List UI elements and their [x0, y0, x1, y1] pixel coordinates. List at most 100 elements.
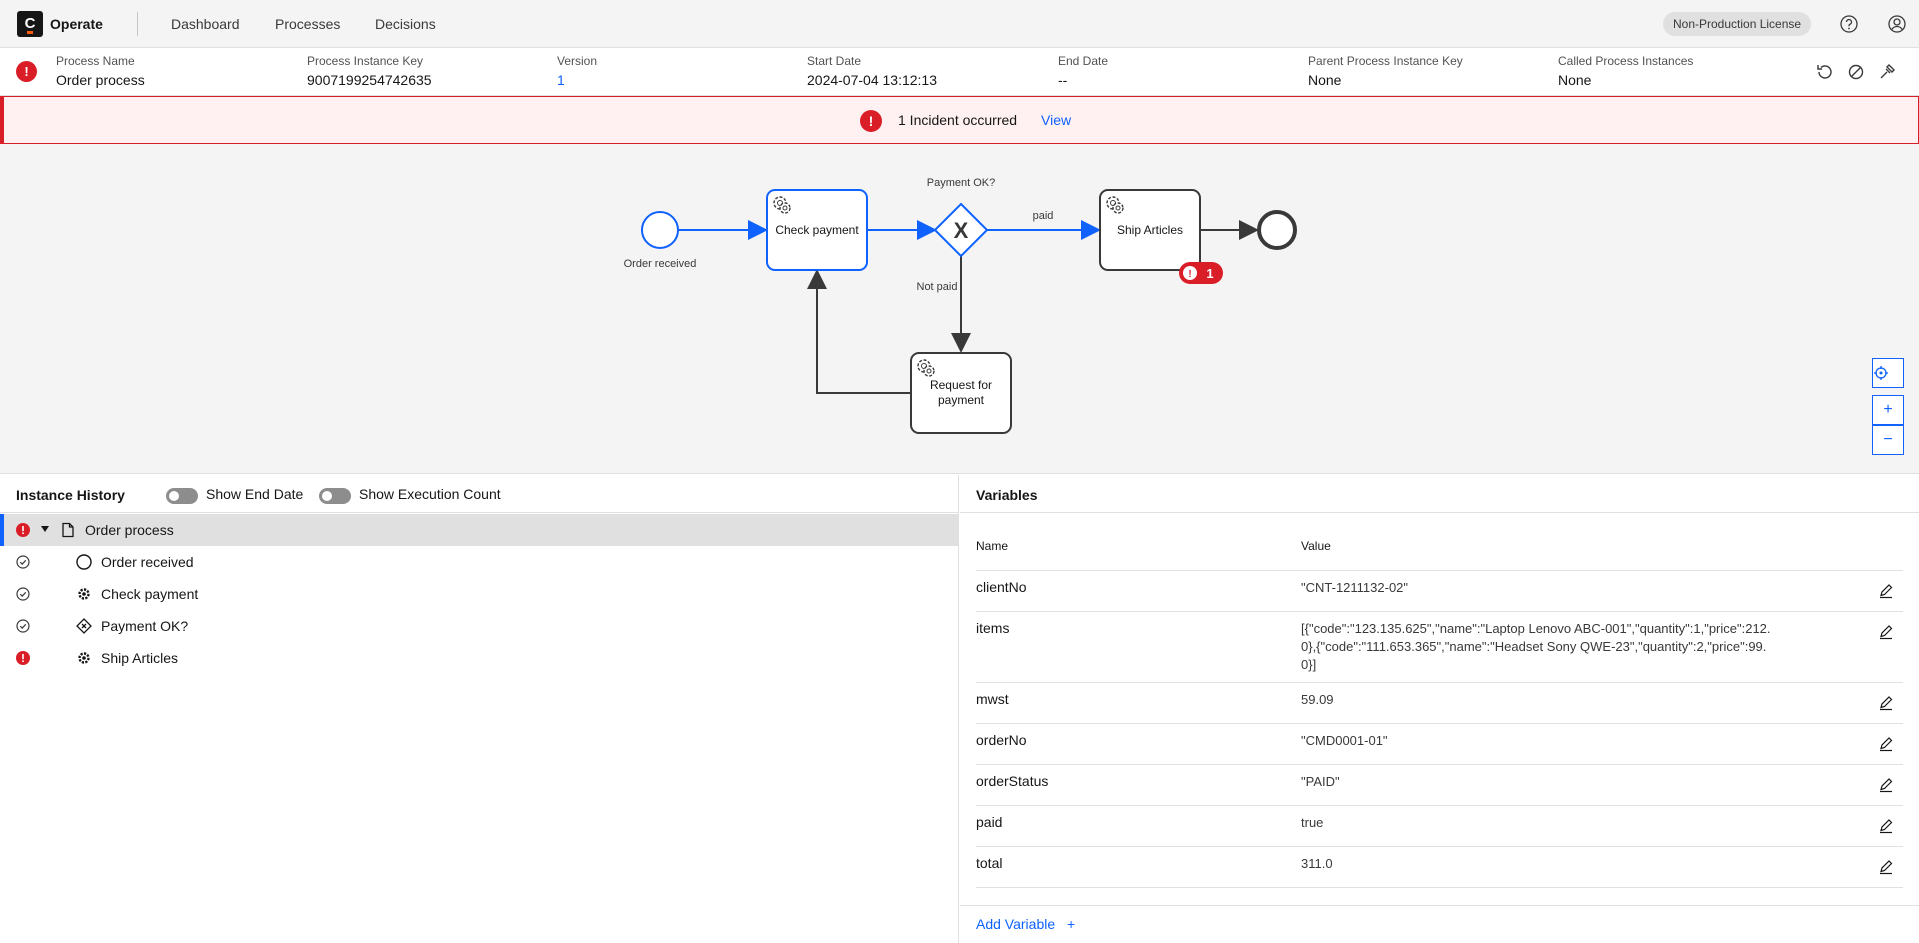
flow-not-paid-label: Not paid [917, 281, 958, 293]
edit-icon[interactable] [1878, 695, 1894, 711]
field-value: 9007199254742635 [307, 72, 432, 88]
variable-name: orderNo [976, 732, 1027, 748]
variable-row[interactable]: paid true [976, 806, 1903, 847]
license-badge[interactable]: Non-Production License [1663, 12, 1812, 36]
edit-icon[interactable] [1878, 583, 1894, 599]
variables-panel: Variables Name Value clientNo "CNT-12111… [960, 475, 1919, 943]
retry-icon[interactable] [1815, 62, 1835, 82]
version-link[interactable]: 1 [557, 72, 597, 88]
field-called-instances: Called Process Instances None [1558, 54, 1693, 88]
add-icon: + [1067, 916, 1076, 932]
modify-icon[interactable] [1877, 62, 1897, 82]
gateway-icon [76, 618, 92, 634]
field-value: None [1558, 72, 1592, 88]
field-process-name: Process Name Order process [56, 54, 145, 88]
incident-state-icon [16, 523, 30, 537]
cancel-icon[interactable] [1846, 62, 1866, 82]
variables-header: Variables [960, 475, 1919, 513]
instance-header: ! Process Name Order process Process Ins… [0, 48, 1919, 96]
show-execution-count-toggle[interactable] [319, 488, 351, 504]
start-event[interactable] [641, 211, 679, 249]
variable-name: items [976, 620, 1010, 636]
incident-state-icon: ! [16, 61, 37, 82]
history-row-order-process[interactable]: Order process [0, 514, 959, 546]
variable-row[interactable]: orderStatus "PAID" [976, 765, 1903, 806]
flow-paid-label: paid [1033, 210, 1054, 222]
history-row-payment-ok[interactable]: Payment OK? [0, 610, 959, 642]
end-event[interactable] [1257, 210, 1297, 250]
field-value: -- [1058, 72, 1068, 88]
start-event-icon [76, 554, 92, 570]
incident-banner: ! 1 Incident occurred View [0, 96, 1919, 144]
header-divider [137, 12, 138, 36]
history-row-ship-articles[interactable]: Ship Articles [0, 642, 959, 674]
variable-value: 311.0 [1301, 856, 1333, 871]
variable-row[interactable]: items [{"code":"123.135.625","name":"Lap… [976, 612, 1903, 683]
variable-row[interactable]: total 311.0 [976, 847, 1903, 888]
app-name[interactable]: Operate [50, 16, 103, 32]
field-label: End Date [1058, 54, 1109, 68]
edit-icon[interactable] [1878, 624, 1894, 640]
edit-icon[interactable] [1878, 859, 1894, 875]
field-label: Parent Process Instance Key [1308, 54, 1463, 68]
field-version: Version 1 [557, 54, 597, 88]
camunda-logo[interactable]: C [17, 11, 43, 37]
variable-name: orderStatus [976, 773, 1049, 789]
zoom-in-button[interactable]: + [1872, 395, 1904, 425]
field-label: Start Date [807, 54, 862, 68]
variable-value: 59.09 [1301, 692, 1334, 707]
help-icon[interactable] [1839, 14, 1859, 34]
history-row-check-payment[interactable]: Check payment [0, 578, 959, 610]
variable-row[interactable]: clientNo "CNT-1211132-02" [976, 571, 1903, 612]
history-row-label: Payment OK? [101, 618, 189, 634]
reset-diagram-button[interactable] [1872, 358, 1904, 388]
gateway-label: Payment OK? [927, 177, 995, 189]
field-label: Process Instance Key [307, 54, 424, 68]
field-value: Order process [56, 72, 145, 88]
diagram-canvas: Order received Check payment X Payment O… [624, 177, 1297, 434]
nav-processes[interactable]: Processes [275, 16, 340, 32]
field-instance-key: Process Instance Key 9007199254742635 [307, 54, 432, 88]
incident-badge-icon: ! [1188, 269, 1191, 280]
expand-caret-icon[interactable] [41, 526, 49, 532]
instance-history-panel: Instance History Show End Date Show Exec… [0, 475, 959, 943]
task-ship-articles-label: Ship Articles [1117, 223, 1183, 237]
history-row-order-received[interactable]: Order received [0, 546, 959, 578]
add-variable-label: Add Variable [976, 916, 1056, 932]
top-navigation-bar: C Operate Dashboard Processes Decisions … [0, 0, 1919, 48]
show-end-date-toggle[interactable] [166, 488, 198, 504]
nav-decisions[interactable]: Decisions [375, 16, 436, 32]
bpmn-diagram[interactable]: Order received Check payment X Payment O… [0, 144, 1919, 474]
crosshair-icon [1874, 366, 1888, 380]
variable-row[interactable]: orderNo "CMD0001-01" [976, 724, 1903, 765]
field-label: Version [557, 54, 598, 68]
show-execution-count-label: Show Execution Count [359, 486, 501, 502]
column-header-value: Value [1301, 539, 1331, 553]
edit-icon[interactable] [1878, 777, 1894, 793]
field-label: Called Process Instances [1558, 54, 1694, 68]
zoom-out-button[interactable]: − [1872, 425, 1904, 455]
add-variable-button[interactable]: Add Variable + [976, 916, 1075, 932]
variable-value: [{"code":"123.135.625","name":"Laptop Le… [1301, 621, 1771, 672]
column-header-name: Name [976, 539, 1009, 553]
edit-icon[interactable] [1878, 736, 1894, 752]
history-row-label: Check payment [101, 586, 199, 602]
field-value: None [1308, 72, 1342, 88]
start-event-label: Order received [624, 258, 697, 270]
edit-icon[interactable] [1878, 818, 1894, 834]
completed-state-icon [16, 587, 30, 601]
variable-value: "CMD0001-01" [1301, 733, 1388, 748]
nav-dashboard[interactable]: Dashboard [171, 16, 240, 32]
view-incidents-link[interactable]: View [1041, 112, 1071, 128]
completed-state-icon [16, 555, 30, 569]
field-label: Process Name [56, 54, 135, 68]
variable-name: clientNo [976, 579, 1027, 595]
variable-row[interactable]: mwst 59.09 [976, 683, 1903, 724]
gateway-x-icon: X [954, 218, 969, 243]
task-check-payment-label: Check payment [775, 223, 859, 237]
variable-name: total [976, 855, 1003, 871]
incident-state-icon [16, 651, 30, 665]
user-icon[interactable] [1887, 14, 1907, 34]
history-row-label: Order received [101, 554, 194, 570]
completed-state-icon [16, 619, 30, 633]
